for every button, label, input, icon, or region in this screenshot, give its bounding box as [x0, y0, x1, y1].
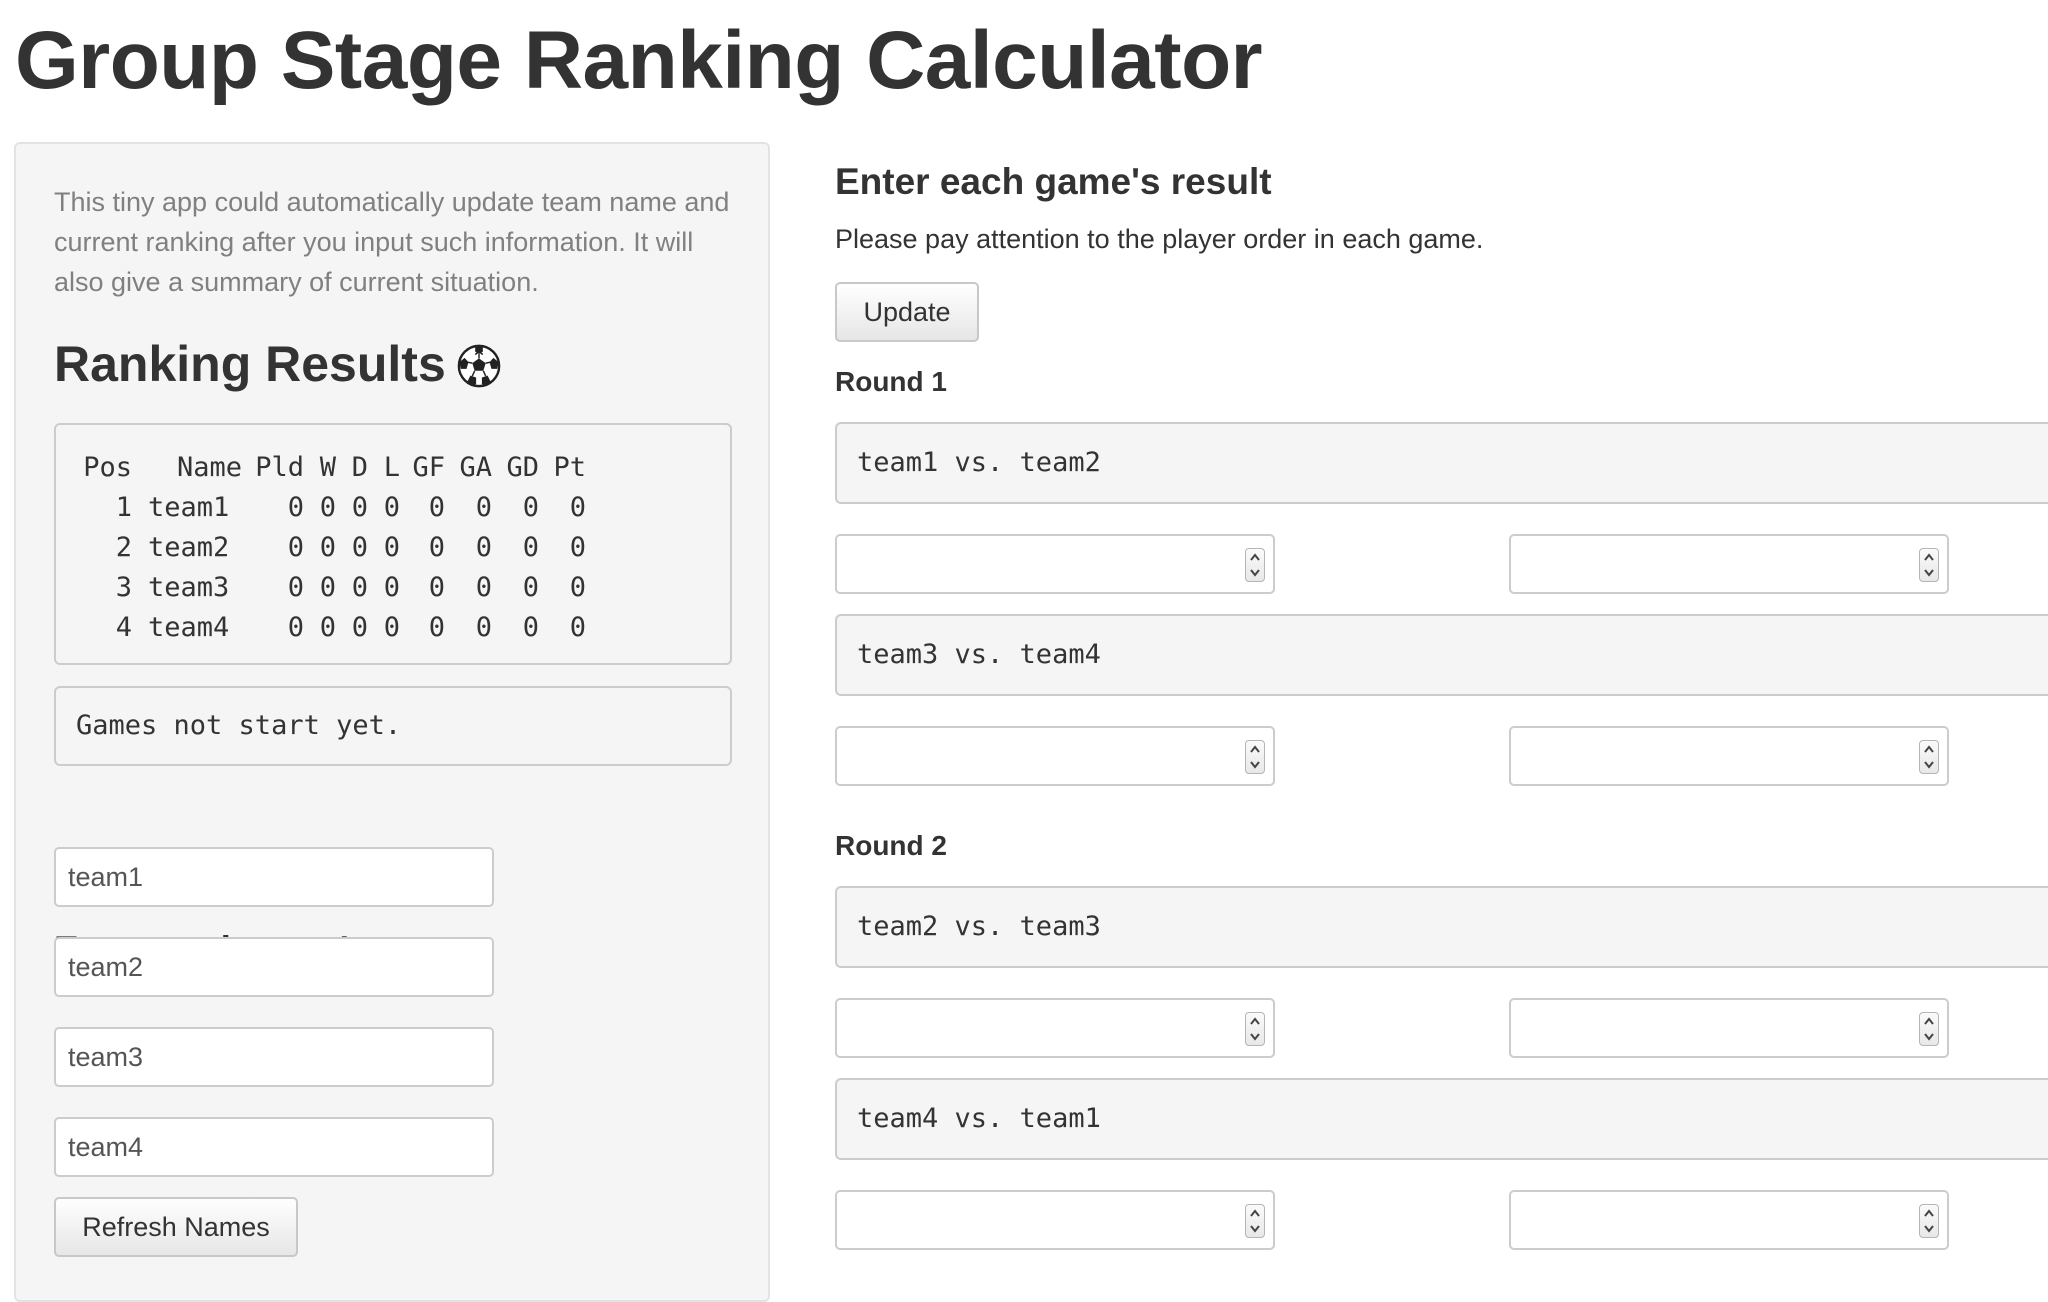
match-round2-game1: team2 vs. team3: [835, 886, 2048, 968]
team1-name-input[interactable]: [54, 847, 494, 907]
table-row: 2 team2 0 0 0 0 0 0 0 0: [80, 527, 586, 567]
team3-name-input[interactable]: [54, 1027, 494, 1087]
cell-d: 0: [351, 571, 368, 603]
away-score-input[interactable]: [1509, 998, 1949, 1058]
column-header-name: Name: [176, 451, 242, 483]
cell-d: 0: [351, 531, 368, 563]
cell-gf: 0: [428, 491, 445, 523]
team2-name-input[interactable]: [54, 937, 494, 997]
cell-gd: 0: [522, 611, 539, 643]
cell-ga: 0: [475, 611, 492, 643]
refresh-names-button[interactable]: Refresh Names: [54, 1197, 298, 1257]
column-header-pld: Pld: [255, 451, 304, 483]
home-score-input[interactable]: [835, 1190, 1275, 1250]
game-results-heading: Enter each game's result: [835, 161, 1272, 202]
match-round1-game1: team1 vs. team2: [835, 422, 2048, 504]
cell-pld: 0: [287, 571, 304, 603]
number-spinner-icon[interactable]: [1919, 1012, 1939, 1046]
cell-pt: 0: [569, 531, 586, 563]
games-summary: Games not start yet.: [54, 686, 732, 766]
cell-gd: 0: [522, 491, 539, 523]
intro-text: This tiny app could automatically update…: [54, 187, 730, 297]
cell-pos: 2: [115, 531, 132, 563]
ranking-table: Pos Name Pld W D L GF GA GD Pt 1 team1 0: [80, 447, 586, 647]
cell-ga: 0: [475, 571, 492, 603]
away-score-input[interactable]: [1509, 726, 1949, 786]
cell-gd: 0: [522, 531, 539, 563]
home-score-input[interactable]: [835, 534, 1275, 594]
table-row: 3 team3 0 0 0 0 0 0 0 0: [80, 567, 586, 607]
round-1-label: Round 1: [835, 366, 947, 397]
number-spinner-icon[interactable]: [1245, 1012, 1265, 1046]
cell-l: 0: [383, 571, 400, 603]
match-round1-game2: team3 vs. team4: [835, 614, 2048, 696]
home-score-input[interactable]: [835, 726, 1275, 786]
column-header-d: D: [351, 451, 368, 483]
cell-gf: 0: [428, 531, 445, 563]
cell-pos: 4: [115, 611, 132, 643]
column-header-ga: GA: [459, 451, 492, 483]
number-spinner-icon[interactable]: [1245, 1204, 1265, 1238]
cell-w: 0: [319, 571, 336, 603]
away-score-input[interactable]: [1509, 534, 1949, 594]
cell-pld: 0: [287, 531, 304, 563]
cell-ga: 0: [475, 531, 492, 563]
home-score-input[interactable]: [835, 998, 1275, 1058]
cell-pt: 0: [569, 611, 586, 643]
cell-pos: 1: [115, 491, 132, 523]
cell-team-name: team4: [148, 611, 230, 643]
cell-l: 0: [383, 491, 400, 523]
page-title: Group Stage Ranking Calculator: [15, 15, 1263, 106]
table-row: 4 team4 0 0 0 0 0 0 0 0: [80, 607, 586, 647]
column-header-pos: Pos: [83, 451, 132, 483]
number-spinner-icon[interactable]: [1919, 740, 1939, 774]
column-header-pt: Pt: [553, 451, 586, 483]
round-2-label: Round 2: [835, 830, 947, 861]
number-spinner-icon[interactable]: [1245, 548, 1265, 582]
column-header-w: W: [319, 451, 336, 483]
ranking-results-heading: Ranking Results: [54, 334, 502, 394]
cell-pt: 0: [569, 571, 586, 603]
cell-l: 0: [383, 531, 400, 563]
cell-l: 0: [383, 611, 400, 643]
number-spinner-icon[interactable]: [1919, 548, 1939, 582]
cell-team-name: team1: [148, 491, 230, 523]
ranking-table-box: Pos Name Pld W D L GF GA GD Pt 1 team1 0: [54, 423, 732, 665]
number-spinner-icon[interactable]: [1919, 1204, 1939, 1238]
cell-w: 0: [319, 531, 336, 563]
cell-pld: 0: [287, 491, 304, 523]
cell-pos: 3: [115, 571, 132, 603]
cell-pld: 0: [287, 611, 304, 643]
number-spinner-icon[interactable]: [1245, 740, 1265, 774]
cell-gd: 0: [522, 571, 539, 603]
sidebar-panel: This tiny app could automatically update…: [14, 142, 770, 1302]
cell-w: 0: [319, 611, 336, 643]
ranking-results-title: Ranking Results: [54, 336, 446, 392]
soccer-ball-icon: [457, 344, 501, 388]
cell-pt: 0: [569, 491, 586, 523]
cell-d: 0: [351, 611, 368, 643]
cell-w: 0: [319, 491, 336, 523]
column-header-l: L: [383, 451, 400, 483]
column-header-gf: GF: [412, 451, 445, 483]
cell-team-name: team2: [148, 531, 230, 563]
column-header-gd: GD: [506, 451, 539, 483]
team4-name-input[interactable]: [54, 1117, 494, 1177]
away-score-input[interactable]: [1509, 1190, 1949, 1250]
table-row: 1 team1 0 0 0 0 0 0 0 0: [80, 487, 586, 527]
cell-gf: 0: [428, 611, 445, 643]
ranking-table-header: Pos Name Pld W D L GF GA GD Pt: [80, 447, 586, 487]
update-button[interactable]: Update: [835, 282, 979, 342]
cell-team-name: team3: [148, 571, 230, 603]
cell-gf: 0: [428, 571, 445, 603]
cell-ga: 0: [475, 491, 492, 523]
match-round2-game2: team4 vs. team1: [835, 1078, 2048, 1160]
cell-d: 0: [351, 491, 368, 523]
player-order-notice: Please pay attention to the player order…: [835, 224, 1484, 254]
